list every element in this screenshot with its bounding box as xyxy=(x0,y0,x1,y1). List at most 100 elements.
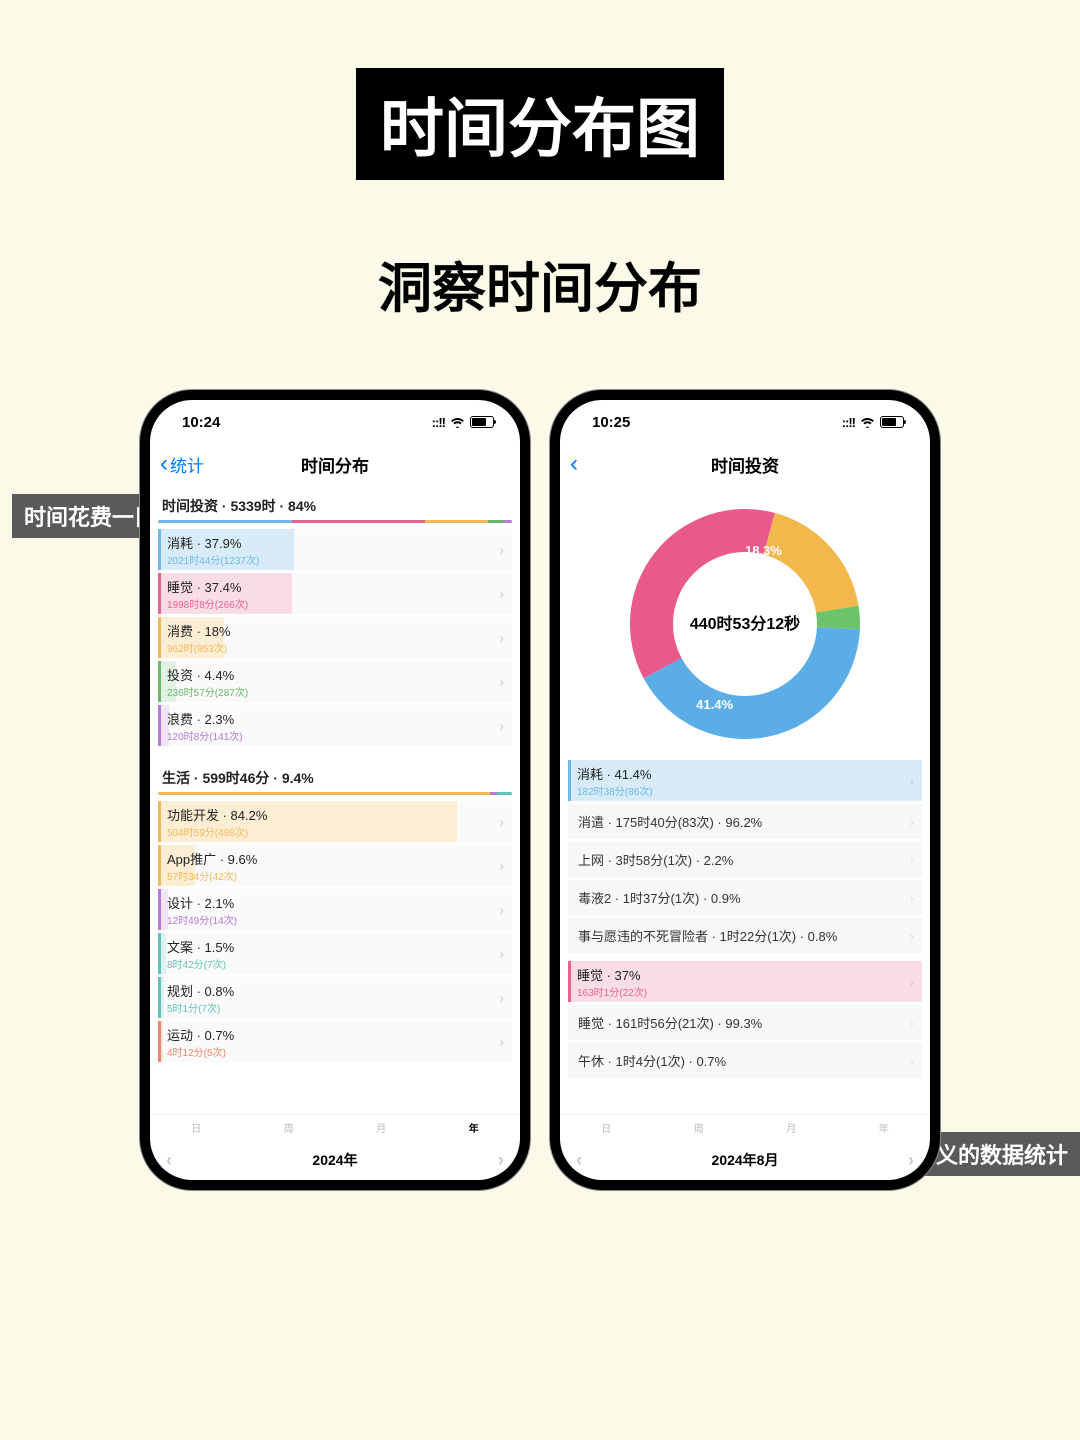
nav-title: 时间投资 xyxy=(711,452,779,477)
chevron-right-icon[interactable]: › xyxy=(498,1150,504,1171)
status-time: 10:25 xyxy=(592,414,630,431)
wifi-icon xyxy=(860,417,875,428)
donut-segment-label: 37% xyxy=(608,548,634,563)
tab-周[interactable]: 周 xyxy=(653,1115,746,1140)
sub-row[interactable]: 睡觉 · 161时56分(21次) · 99.3%› xyxy=(568,1005,922,1040)
footer-date: ‹ 2024年8月 › xyxy=(560,1140,930,1180)
category-row[interactable]: 消费 · 18% 962时(953次) › xyxy=(158,617,512,658)
donut-segment-label: 18.3% xyxy=(745,543,782,558)
chevron-right-icon: › xyxy=(500,630,504,645)
phone-frame-left: 10:24 ::!! ‹ 统计 时间分布 时间投资 · 5339时 · 84% xyxy=(140,390,530,1190)
nav-title: 时间分布 xyxy=(301,452,369,477)
row-subtitle: 12时49分(14次) xyxy=(167,912,506,927)
category-row[interactable]: 睡觉 · 37.4% 1998时8分(266次) › xyxy=(158,573,512,614)
donut-chart: 440时53分12秒 18.3% 41.4% 37% xyxy=(568,484,922,760)
chevron-right-icon: › xyxy=(500,1034,504,1049)
tab-月[interactable]: 月 xyxy=(335,1115,428,1140)
category-row[interactable]: 投资 · 4.4% 236时57分(287次) › xyxy=(158,661,512,702)
sub-row[interactable]: 午休 · 1时4分(1次) · 0.7%› xyxy=(568,1043,922,1078)
row-subtitle: 8时42分(7次) xyxy=(167,956,506,971)
footer-label: 2024年8月 xyxy=(712,1150,779,1170)
row-title: 消耗 · 37.9% xyxy=(167,533,506,552)
page-subtitle: 洞察时间分布 xyxy=(378,244,702,323)
chevron-right-icon: › xyxy=(910,773,914,788)
chevron-right-icon: › xyxy=(500,902,504,917)
row-subtitle: 962时(953次) xyxy=(167,640,506,655)
scroll-content[interactable]: 440时53分12秒 18.3% 41.4% 37% 消耗 · 41.4% 182时… xyxy=(560,484,930,1114)
donut-segment xyxy=(644,627,860,739)
row-subtitle: 504时59分(498次) xyxy=(167,824,506,839)
category-row[interactable]: 功能开发 · 84.2% 504时59分(498次) › xyxy=(158,801,512,842)
status-bar: 10:24 ::!! xyxy=(150,400,520,444)
section-header: 时间投资 · 5339时 · 84% xyxy=(158,484,512,520)
sub-row[interactable]: 上网 · 3时58分(1次) · 2.2%› xyxy=(568,842,922,877)
category-row[interactable]: 文案 · 1.5% 8时42分(7次) › xyxy=(158,933,512,974)
category-row[interactable]: 规划 · 0.8% 5时1分(7次) › xyxy=(158,977,512,1018)
tab-周[interactable]: 周 xyxy=(243,1115,336,1140)
tab-日[interactable]: 日 xyxy=(150,1115,243,1140)
chevron-right-icon[interactable]: › xyxy=(908,1150,914,1171)
chevron-left-icon[interactable]: ‹ xyxy=(166,1150,172,1171)
back-button[interactable]: ‹ 统计 xyxy=(160,452,204,477)
row-title: 消耗 · 41.4% xyxy=(577,764,916,783)
chevron-left-icon[interactable]: ‹ xyxy=(576,1150,582,1171)
tab-年[interactable]: 年 xyxy=(428,1115,521,1140)
tab-日[interactable]: 日 xyxy=(560,1115,653,1140)
chevron-right-icon: › xyxy=(500,858,504,873)
battery-icon xyxy=(470,416,494,428)
category-row[interactable]: 睡觉 · 37% 163时1分(22次) › xyxy=(568,961,922,1002)
row-subtitle: 57时34分(42次) xyxy=(167,868,506,883)
chevron-right-icon: › xyxy=(910,928,914,943)
row-title: 功能开发 · 84.2% xyxy=(167,805,506,824)
sub-row[interactable]: 事与愿违的不死冒险者 · 1时22分(1次) · 0.8%› xyxy=(568,918,922,953)
chevron-right-icon: › xyxy=(910,852,914,867)
section-underline xyxy=(158,792,512,795)
tab-年[interactable]: 年 xyxy=(838,1115,931,1140)
category-row[interactable]: 浪费 · 2.3% 120时8分(141次) › xyxy=(158,705,512,746)
chevron-right-icon: › xyxy=(500,586,504,601)
period-tabs: 日周月年 xyxy=(150,1114,520,1140)
row-subtitle: 182时38分(86次) xyxy=(577,783,916,798)
row-title: 浪费 · 2.3% xyxy=(167,709,506,728)
row-subtitle: 5时1分(7次) xyxy=(167,1000,506,1015)
tab-月[interactable]: 月 xyxy=(745,1115,838,1140)
chevron-right-icon: › xyxy=(500,718,504,733)
chevron-right-icon: › xyxy=(910,1053,914,1068)
row-subtitle: 2021时44分(1237次) xyxy=(167,552,506,567)
back-button[interactable]: ‹ xyxy=(570,452,578,476)
chevron-right-icon: › xyxy=(500,990,504,1005)
donut-segment xyxy=(630,509,775,678)
wifi-icon xyxy=(450,417,465,428)
donut-center-label: 440时53分12秒 xyxy=(690,610,800,634)
chevron-left-icon: ‹ xyxy=(160,452,168,476)
row-title: 规划 · 0.8% xyxy=(167,981,506,1000)
nav-bar: ‹ 统计 时间分布 xyxy=(150,444,520,484)
signal-icon: ::!! xyxy=(842,415,855,430)
status-time: 10:24 xyxy=(182,414,220,431)
category-row[interactable]: 设计 · 2.1% 12时49分(14次) › xyxy=(158,889,512,930)
section-underline xyxy=(158,520,512,523)
row-subtitle: 120时8分(141次) xyxy=(167,728,506,743)
row-title: 睡觉 · 37% xyxy=(577,965,916,984)
category-row[interactable]: 消耗 · 37.9% 2021时44分(1237次) › xyxy=(158,529,512,570)
category-row[interactable]: App推广 · 9.6% 57时34分(42次) › xyxy=(158,845,512,886)
section-header: 生活 · 599时46分 · 9.4% xyxy=(158,756,512,792)
row-title: 投资 · 4.4% xyxy=(167,665,506,684)
battery-icon xyxy=(880,416,904,428)
category-row[interactable]: 消耗 · 41.4% 182时38分(86次) › xyxy=(568,760,922,801)
sub-row[interactable]: 毒液2 · 1时37分(1次) · 0.9%› xyxy=(568,880,922,915)
chevron-right-icon: › xyxy=(910,974,914,989)
footer-label: 2024年 xyxy=(312,1150,357,1170)
signal-icon: ::!! xyxy=(432,415,445,430)
period-tabs: 日周月年 xyxy=(560,1114,930,1140)
chevron-right-icon: › xyxy=(500,542,504,557)
scroll-content[interactable]: 时间投资 · 5339时 · 84% 消耗 · 37.9% 2021时44分(1… xyxy=(150,484,520,1114)
row-title: 设计 · 2.1% xyxy=(167,893,506,912)
footer-date: ‹ 2024年 › xyxy=(150,1140,520,1180)
chevron-right-icon: › xyxy=(500,946,504,961)
phone-frame-right: 10:25 ::!! ‹ 时间投资 440时53分12秒 18.3%41.4% 3… xyxy=(550,390,940,1190)
category-row[interactable]: 运动 · 0.7% 4时12分(5次) › xyxy=(158,1021,512,1062)
nav-bar: ‹ 时间投资 xyxy=(560,444,930,484)
donut-segment-label: 41.4% xyxy=(696,697,733,712)
sub-row[interactable]: 消遣 · 175时40分(83次) · 96.2%› xyxy=(568,804,922,839)
